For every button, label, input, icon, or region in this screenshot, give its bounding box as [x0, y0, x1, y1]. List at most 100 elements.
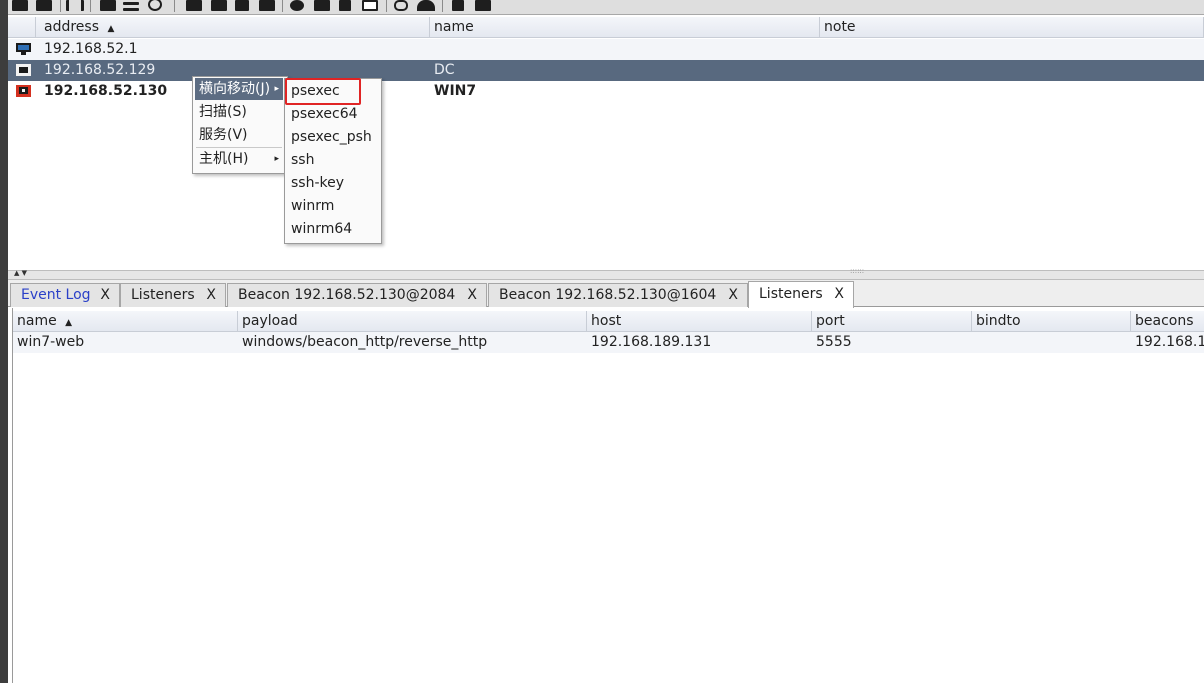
- screenshot-icon[interactable]: [186, 0, 202, 11]
- menu-item-psexec-psh[interactable]: psexec_psh: [287, 126, 377, 149]
- book-icon[interactable]: [452, 0, 464, 11]
- listener-port: 5555: [816, 334, 852, 350]
- menu-item-lateral-movement[interactable]: 横向移动(J) ▸: [195, 78, 283, 100]
- column-label: payload: [242, 313, 298, 329]
- menu-item-winrm64[interactable]: winrm64: [287, 218, 377, 241]
- table-row[interactable]: win7-web windows/beacon_http/reverse_htt…: [13, 332, 1204, 353]
- console-icon[interactable]: [362, 0, 378, 11]
- tab-beacon-1604[interactable]: Beacon 192.168.52.130@1604 X: [488, 283, 748, 307]
- menu-item-host[interactable]: 主机(H) ▸: [195, 148, 283, 170]
- tab-event-log[interactable]: Event Log X: [10, 283, 120, 307]
- targets-icon[interactable]: [148, 0, 162, 11]
- menu-item-ssh-key[interactable]: ssh-key: [287, 172, 377, 195]
- column-header-name[interactable]: name: [430, 17, 820, 38]
- menu-item-label: ssh-key: [291, 175, 345, 191]
- listener-name: win7-web: [17, 334, 85, 350]
- session-table-icon-bar: [123, 8, 139, 11]
- column-header-beacons[interactable]: beacons: [1131, 311, 1204, 332]
- column-label: beacons: [1135, 313, 1194, 329]
- column-label: name: [434, 19, 474, 35]
- close-tab-icon[interactable]: X: [834, 282, 844, 306]
- menu-item-ssh[interactable]: ssh: [287, 149, 377, 172]
- computer-icon: [16, 43, 31, 55]
- row-name: WIN7: [434, 83, 477, 99]
- cloud-icon[interactable]: [417, 0, 435, 11]
- menu-item-label: 主机(H): [199, 151, 249, 167]
- menu-item-label: 扫描(S): [199, 104, 247, 120]
- disconnect-icon[interactable]: [36, 0, 52, 11]
- settings-icon[interactable]: [290, 0, 304, 11]
- menu-item-label: 服务(V): [199, 127, 248, 143]
- column-header-address[interactable]: address ▲: [36, 17, 430, 38]
- column-label: address: [44, 19, 100, 35]
- toolbar-separator: [386, 0, 387, 12]
- window-edge: [0, 0, 8, 683]
- pivot-graph-icon[interactable]: [100, 0, 116, 11]
- close-tab-icon[interactable]: X: [100, 284, 110, 307]
- toolbar-separator: [60, 0, 61, 12]
- column-label: port: [816, 313, 845, 329]
- column-header-name[interactable]: name ▲: [13, 311, 238, 332]
- menu-item-label: ssh: [291, 152, 315, 168]
- table-row-selected[interactable]: 192.168.52.129 DC: [8, 60, 1204, 81]
- column-header-host[interactable]: host: [587, 311, 812, 332]
- table-row[interactable]: 192.168.52.130 WIN7: [8, 81, 1204, 102]
- menu-item-winrm[interactable]: winrm: [287, 195, 377, 218]
- new-connection-icon[interactable]: [12, 0, 28, 11]
- computer-icon: [16, 64, 31, 76]
- tab-label: Listeners: [131, 287, 195, 303]
- session-table-icon[interactable]: [123, 2, 139, 5]
- headphones-icon[interactable]: [66, 0, 84, 11]
- menu-item-label: winrm64: [291, 221, 353, 237]
- tab-label: Beacon 192.168.52.130@2084: [238, 287, 456, 303]
- listener-host: 192.168.189.131: [591, 334, 712, 350]
- menu-item-psexec64[interactable]: psexec64: [287, 103, 377, 126]
- package-icon[interactable]: [475, 0, 491, 11]
- tab-label: Beacon 192.168.52.130@1604: [499, 287, 717, 303]
- toolbar-separator: [174, 0, 175, 12]
- image-icon[interactable]: [259, 0, 275, 11]
- link-icon[interactable]: [394, 0, 408, 11]
- tab-listeners-active[interactable]: Listeners X: [748, 281, 854, 308]
- row-address: 192.168.52.1: [44, 41, 138, 57]
- column-header-bindto[interactable]: bindto: [972, 311, 1131, 332]
- close-tab-icon[interactable]: X: [467, 284, 477, 307]
- menu-item-label: psexec64: [291, 106, 358, 122]
- tab-label: Event Log: [21, 287, 91, 303]
- submenu-arrow-icon: ▸: [274, 84, 279, 94]
- menu-item-services[interactable]: 服务(V): [195, 124, 283, 146]
- tab-listeners[interactable]: Listeners X: [120, 283, 226, 307]
- column-label: name: [17, 313, 57, 329]
- menu-item-label: winrm: [291, 198, 335, 214]
- column-label: note: [824, 19, 856, 35]
- menu-item-label: psexec_psh: [291, 129, 372, 145]
- submenu-arrow-icon: ▸: [274, 154, 279, 164]
- tab-beacon-2084[interactable]: Beacon 192.168.52.130@2084 X: [227, 283, 487, 307]
- highlight-box: [285, 78, 361, 105]
- row-name: DC: [434, 62, 455, 78]
- column-header-icon[interactable]: [8, 17, 36, 38]
- column-header-port[interactable]: port: [812, 311, 972, 332]
- close-tab-icon[interactable]: X: [206, 284, 216, 307]
- key-icon[interactable]: [235, 0, 249, 11]
- listener-beacons: 192.168.1: [1135, 334, 1204, 350]
- table-row[interactable]: 192.168.52.1: [8, 39, 1204, 60]
- coffee-icon[interactable]: [314, 0, 330, 11]
- column-header-note[interactable]: note: [820, 17, 1204, 38]
- menu-item-scan[interactable]: 扫描(S): [195, 101, 283, 123]
- toolbar: [8, 0, 1204, 15]
- close-tab-icon[interactable]: X: [728, 284, 738, 307]
- column-label: host: [591, 313, 622, 329]
- collapse-arrows-icon[interactable]: ▲ ▼: [14, 269, 27, 277]
- toolbar-separator: [90, 0, 91, 12]
- panel-splitter[interactable]: ▲ ▼ ::::::: [8, 267, 1204, 280]
- sort-ascending-icon: ▲: [107, 24, 115, 34]
- listener-payload: windows/beacon_http/reverse_http: [242, 334, 488, 350]
- note-icon[interactable]: [339, 0, 351, 11]
- tab-label: Listeners: [759, 286, 823, 302]
- sort-ascending-icon: ▲: [65, 318, 73, 328]
- splitter-grip-icon: ::::::: [850, 267, 865, 275]
- compromised-computer-icon: [16, 85, 31, 97]
- column-header-payload[interactable]: payload: [238, 311, 587, 332]
- download-icon[interactable]: [211, 0, 227, 11]
